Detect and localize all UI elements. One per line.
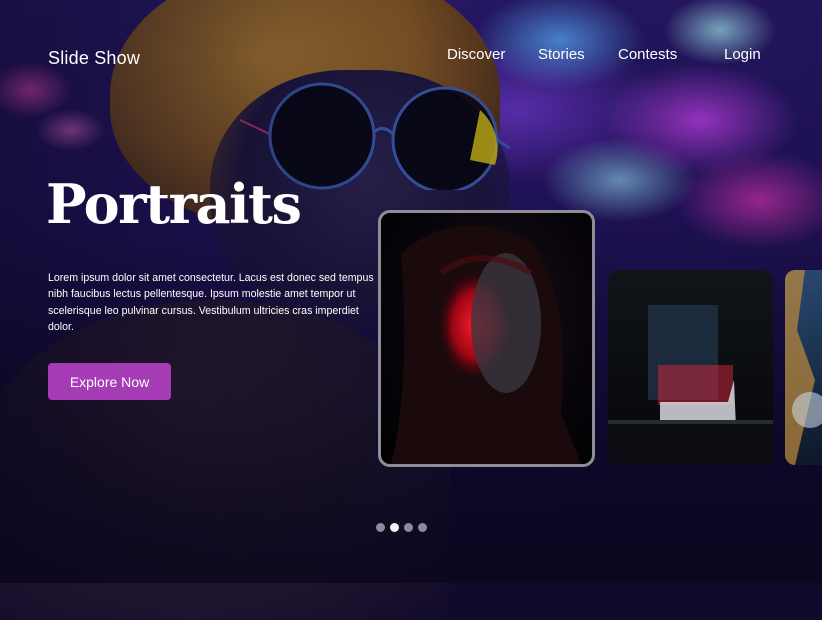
carousel-card-chair[interactable]	[608, 270, 773, 465]
nav-item-contests[interactable]: Contests	[618, 46, 677, 63]
chair-photo-icon	[608, 305, 773, 465]
explore-now-button[interactable]: Explore Now	[48, 363, 171, 400]
pager-dot-active[interactable]	[390, 523, 399, 532]
portrait-photo-icon	[391, 225, 581, 464]
nav-item-discover[interactable]: Discover	[447, 46, 505, 63]
pager-dot[interactable]	[376, 523, 385, 532]
login-link[interactable]: Login	[724, 46, 761, 63]
hero-description: Lorem ipsum dolor sit amet consectetur. …	[48, 272, 374, 333]
page-title: Portraits	[46, 172, 302, 236]
pager-dot[interactable]	[418, 523, 427, 532]
partial-photo-icon	[785, 270, 822, 465]
carousel-card-partial[interactable]	[785, 270, 822, 465]
pager-dot[interactable]	[404, 523, 413, 532]
nav-item-stories[interactable]: Stories	[538, 46, 585, 63]
main-nav: Discover Stories Contests Login	[0, 46, 822, 68]
carousel-card-portrait[interactable]	[378, 210, 595, 467]
